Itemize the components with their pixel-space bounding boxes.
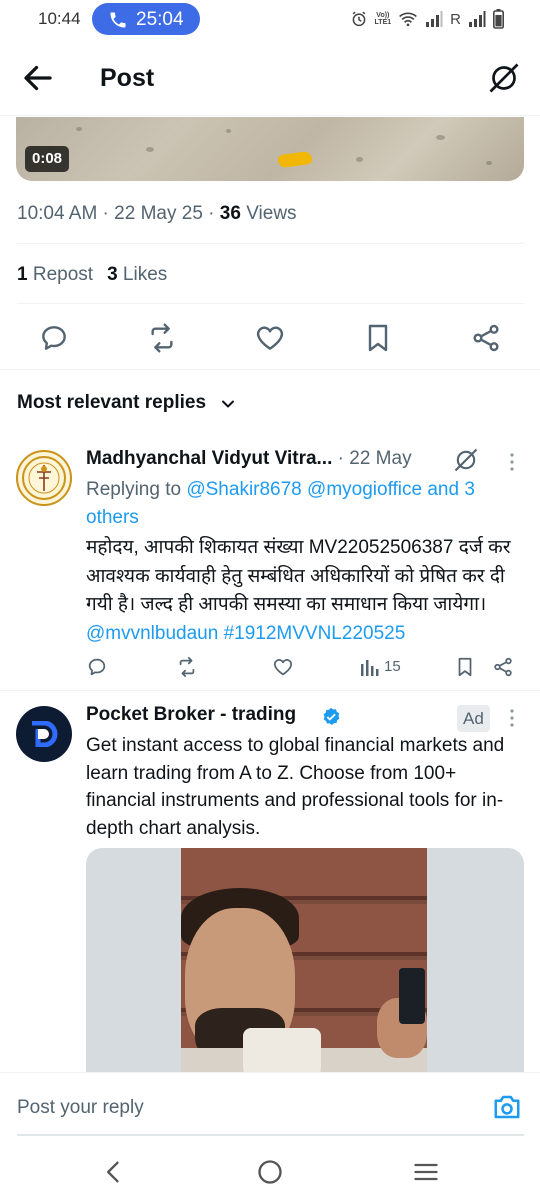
home-circle-icon: [258, 1160, 282, 1184]
post-time: 10:04 AM: [17, 203, 98, 224]
status-icons: Vo)) LTE1 R: [350, 8, 504, 30]
repost-icon: [179, 656, 195, 678]
nav-home-button[interactable]: [256, 1158, 284, 1186]
camera-button[interactable]: [492, 1093, 522, 1121]
verified-badge-icon: [323, 707, 340, 725]
post-video[interactable]: 0:08: [16, 117, 524, 181]
reply-author-name[interactable]: Madhyanchal Vidyut Vitra...: [86, 448, 332, 469]
grok-icon: [489, 63, 519, 93]
divider: [17, 243, 524, 244]
top-app-bar: Post: [0, 40, 540, 116]
ad-badge: Ad: [457, 705, 490, 732]
likes-link[interactable]: 3 Likes: [107, 264, 167, 285]
video-object: [277, 150, 313, 169]
system-nav-bar: [0, 1140, 540, 1200]
ad-more-button[interactable]: [500, 706, 524, 730]
page-title: Post: [100, 64, 155, 92]
reply-more-button[interactable]: [500, 450, 524, 474]
post-meta: 10:04 AM · 22 May 25 · 36 Views: [17, 203, 297, 224]
composer-underline: [17, 1134, 524, 1136]
reply-repost-button[interactable]: [176, 656, 198, 683]
chevron-left-icon: [107, 1161, 119, 1183]
reply-composer: Post your reply: [0, 1072, 540, 1136]
views-count: 36: [219, 203, 241, 224]
grok-button[interactable]: [486, 60, 522, 96]
replying-to: Replying to @Shakir8678 @myogioffice and…: [86, 479, 475, 528]
more-vertical-icon: [510, 709, 514, 727]
ongoing-call-pill[interactable]: 25:04: [92, 3, 200, 35]
status-bar: 10:44 25:04 Vo)) LTE1 R: [0, 0, 540, 38]
bar-chart-icon: [361, 660, 379, 676]
phone-icon: [110, 12, 126, 28]
more-vertical-icon: [510, 453, 514, 471]
battery-icon: [493, 9, 504, 29]
heart-icon: [256, 326, 284, 350]
ad-author-avatar[interactable]: [16, 706, 72, 762]
reply-views-button[interactable]: [360, 656, 380, 683]
chevron-down-icon[interactable]: [218, 394, 238, 414]
reply-like-button[interactable]: [272, 656, 294, 683]
ad-photo: [181, 848, 427, 1078]
nav-recents-button[interactable]: [412, 1158, 440, 1186]
repost-button[interactable]: [146, 322, 178, 354]
heart-icon: [273, 659, 293, 676]
views-label: Views: [240, 203, 297, 224]
like-button[interactable]: [254, 322, 286, 354]
reply-date: · 22 May: [332, 448, 412, 469]
reply-bookmark-button[interactable]: [454, 656, 476, 683]
reposts-link[interactable]: 1 Repost: [17, 264, 93, 285]
signal-icon: [426, 11, 443, 27]
arrow-left-icon: [24, 65, 52, 91]
grok-icon: [454, 448, 478, 472]
reply-input[interactable]: Post your reply: [17, 1097, 144, 1119]
reply-action-bar: 15: [86, 654, 526, 682]
reply-reply-button[interactable]: [86, 656, 108, 683]
back-button[interactable]: [20, 60, 56, 96]
replies-sort-title[interactable]: Most relevant replies: [17, 392, 206, 414]
divider: [17, 303, 524, 304]
camera-icon: [494, 1095, 520, 1119]
alarm-icon: [352, 11, 365, 27]
reply-header: Madhyanchal Vidyut Vitra... · 22 May: [86, 448, 412, 470]
reply-button[interactable]: [38, 322, 70, 354]
share-icon: [494, 657, 512, 677]
ad-text: Get instant access to global financial m…: [86, 735, 505, 839]
comment-icon: [88, 658, 106, 676]
volte-icon: Vo)) LTE1: [374, 12, 392, 26]
status-time: 10:44: [38, 9, 81, 28]
bookmark-icon: [368, 324, 388, 352]
divider: [0, 369, 540, 370]
emblem-icon: [22, 456, 66, 500]
bookmark-icon: [458, 657, 472, 677]
comment-icon: [42, 326, 66, 350]
signal-icon-2: [469, 11, 486, 27]
reply-mentions[interactable]: @mvvnlbudaun #1912MVVNL220525: [86, 623, 405, 644]
bookmark-button[interactable]: [362, 322, 394, 354]
post-date: 22 May 25: [114, 203, 203, 224]
pocket-broker-logo-icon: [32, 721, 58, 747]
share-button[interactable]: [470, 322, 502, 354]
menu-lines-icon: [414, 1163, 438, 1181]
reply-text: महोदय, आपकी शिकायत संख्या MV22052506387 …: [86, 537, 511, 644]
ad-author-name[interactable]: Pocket Broker - trading: [86, 704, 296, 726]
nav-back-button[interactable]: [100, 1158, 128, 1186]
roaming-indicator: R: [450, 10, 461, 28]
wifi-icon: [399, 12, 418, 27]
reply-author-avatar[interactable]: [16, 450, 72, 506]
repost-icon: [151, 323, 173, 353]
reply-share-button[interactable]: [492, 656, 514, 683]
video-duration: 0:08: [25, 146, 70, 172]
call-timer: 25:04: [136, 9, 184, 30]
post-action-bar: [0, 318, 540, 358]
ad-media[interactable]: [86, 848, 524, 1078]
divider: [0, 690, 540, 691]
reply-grok-button[interactable]: [452, 446, 480, 474]
post-stats: 1 Repost 3 Likes: [17, 264, 167, 286]
share-icon: [473, 324, 499, 352]
reply-views-count: 15: [384, 658, 401, 675]
